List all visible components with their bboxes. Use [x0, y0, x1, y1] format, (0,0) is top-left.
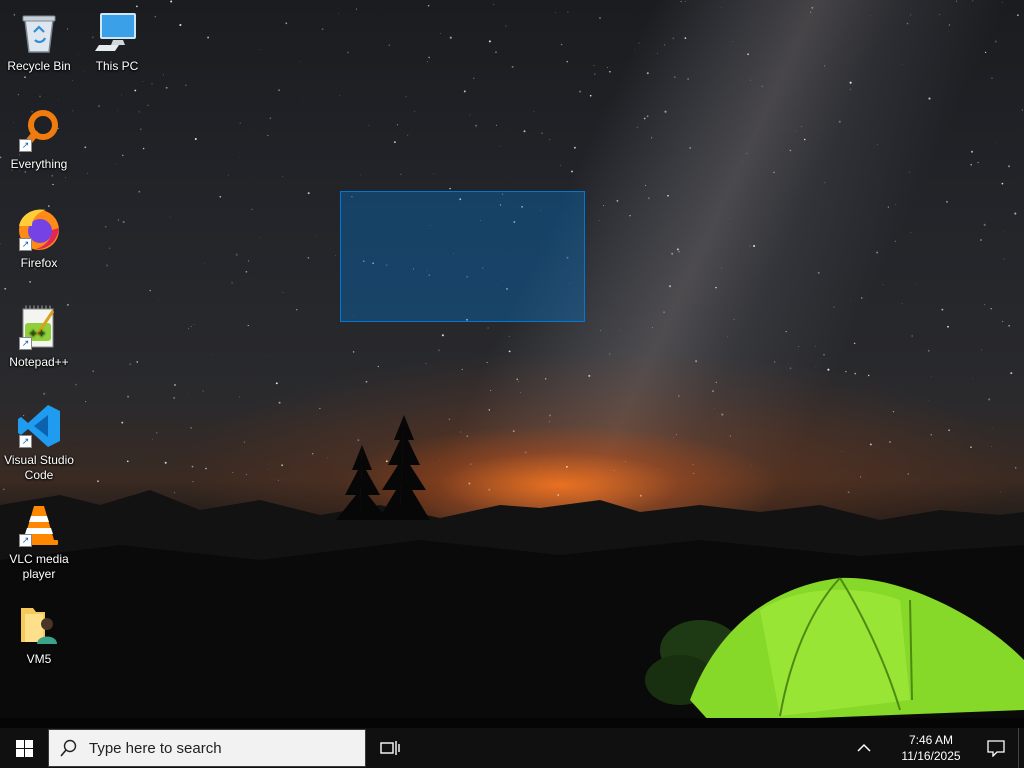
desktop-icon-this-pc[interactable]: This PC — [80, 8, 154, 74]
search-placeholder: Type here to search — [89, 739, 222, 757]
system-clock[interactable]: 7:46 AM 11/16/2025 — [888, 732, 974, 764]
user-folder-icon — [15, 601, 63, 649]
shortcut-arrow-icon: ↗ — [19, 534, 32, 547]
desktop-icon-label: Everything — [10, 157, 68, 171]
desktop-icon-notepad-plus-plus[interactable]: ++ ↗ Notepad++ — [2, 304, 76, 370]
pine-trees — [336, 415, 430, 520]
desktop-icon-label: Firefox — [20, 256, 58, 270]
shortcut-arrow-icon: ↗ — [19, 435, 32, 448]
everything-search-icon: ↗ — [15, 106, 63, 154]
desktop-icon-label: Notepad++ — [9, 355, 69, 369]
desktop-icon-everything[interactable]: ↗ Everything — [2, 106, 76, 172]
desktop-icon-label: Recycle Bin — [7, 59, 71, 73]
task-view-icon — [380, 741, 400, 755]
windows-logo-icon — [15, 739, 33, 757]
shortcut-arrow-icon: ↗ — [19, 238, 32, 251]
vlc-cone-icon: ↗ — [15, 501, 63, 549]
firefox-icon: ↗ — [15, 205, 63, 253]
show-desktop-button[interactable] — [1018, 728, 1024, 768]
show-hidden-icons-button[interactable] — [848, 728, 880, 768]
desktop-icon-vlc[interactable]: ↗ VLC media player — [2, 501, 76, 582]
action-center-button[interactable] — [974, 728, 1018, 768]
notification-icon — [987, 740, 1005, 757]
desktop-icon-label: VLC media player — [9, 552, 69, 581]
desktop-icon-recycle-bin[interactable]: Recycle Bin — [2, 8, 76, 74]
taskbar-search-box[interactable]: Type here to search — [48, 729, 366, 767]
desktop-icon-vscode[interactable]: ↗ Visual Studio Code — [2, 402, 76, 483]
selection-rectangle — [340, 191, 585, 322]
recycle-bin-icon — [15, 8, 63, 56]
computer-monitor-icon — [93, 8, 141, 56]
desktop-icon-vm5[interactable]: VM5 — [2, 601, 76, 667]
start-button[interactable] — [0, 728, 48, 768]
chevron-up-icon — [857, 743, 871, 752]
desktop-icon-firefox[interactable]: ↗ Firefox — [2, 205, 76, 271]
task-view-button[interactable] — [366, 728, 414, 768]
clock-time: 7:46 AM — [908, 733, 954, 747]
clock-date: 11/16/2025 — [901, 749, 961, 763]
wallpaper-landscape — [0, 415, 1024, 728]
shortcut-arrow-icon: ↗ — [19, 337, 32, 350]
desktop-background[interactable]: Recycle Bin This PC ↗ Everything ↗ Firef… — [0, 0, 1024, 728]
desktop-icon-label: VM5 — [26, 652, 52, 666]
desktop-icon-label: Visual Studio Code — [4, 453, 74, 482]
shortcut-arrow-icon: ↗ — [19, 139, 32, 152]
taskbar: Type here to search 7:46 AM 11/16/2025 — [0, 728, 1024, 768]
notepad-plus-plus-icon: ++ ↗ — [15, 304, 63, 352]
desktop-icon-label: This PC — [95, 59, 139, 73]
search-icon — [49, 739, 89, 757]
vscode-icon: ↗ — [15, 402, 63, 450]
